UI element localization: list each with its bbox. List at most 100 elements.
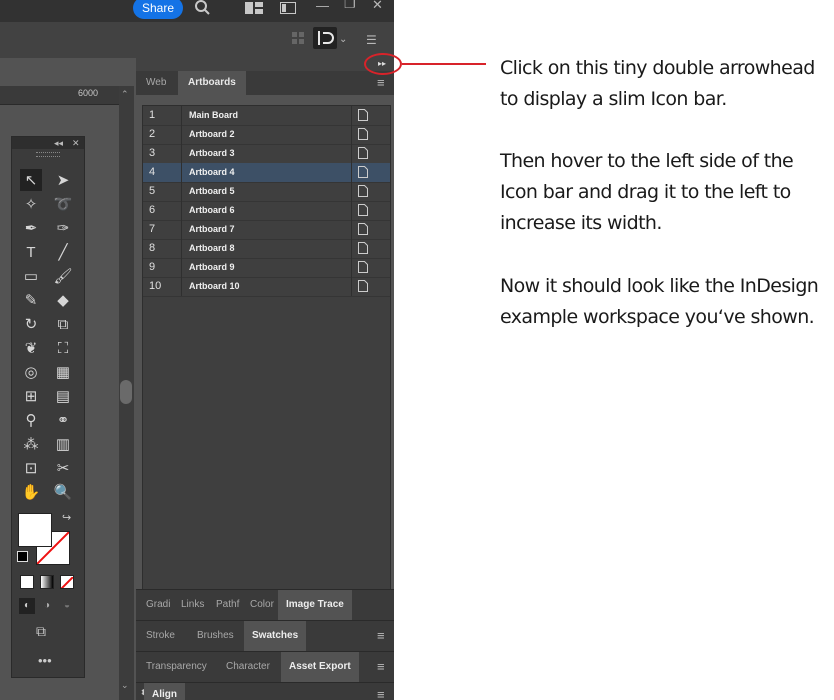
collapse-arrows-icon[interactable]: ◂◂ (54, 137, 63, 149)
artboard-options-icon[interactable] (351, 220, 391, 239)
artboard-row[interactable]: 10 Artboard 10 (143, 277, 390, 297)
type-tool-icon[interactable]: T (20, 241, 42, 263)
artboard-name[interactable]: Artboard 5 (181, 182, 349, 201)
artboard-options-icon[interactable] (351, 182, 391, 201)
artboard-row[interactable]: 1 Main Board (143, 106, 390, 126)
artboard-options-icon[interactable] (351, 163, 391, 182)
tab-color[interactable]: Color (242, 590, 282, 620)
tab-swatches[interactable]: Swatches (244, 621, 307, 651)
artboard-options-icon[interactable] (351, 144, 391, 163)
screen-mode-icon[interactable]: ⧉ (36, 623, 46, 640)
tools-panel-header[interactable]: ◂◂ ✕ (12, 137, 84, 149)
artboard-options-icon[interactable] (351, 106, 391, 125)
artboard-name[interactable]: Artboard 10 (181, 277, 349, 296)
magic-wand-tool-icon[interactable]: ✧ (20, 193, 42, 215)
artboard-row[interactable]: 3 Artboard 3 (143, 144, 390, 164)
artboard-options-icon[interactable] (351, 125, 391, 144)
more-tools-icon[interactable]: ••• (38, 653, 52, 668)
share-button[interactable]: Share (133, 0, 183, 19)
column-graph-tool-icon[interactable]: ▥ (52, 433, 74, 455)
artboard-options-icon[interactable] (351, 258, 391, 277)
pen-tool-icon[interactable]: ✒ (20, 217, 42, 239)
free-transform-tool-icon[interactable]: ⛶ (52, 337, 74, 359)
scroll-up-icon[interactable]: ⌃ (121, 89, 129, 100)
artboard-tool-icon[interactable]: ⊡ (20, 457, 42, 479)
tab-image-trace[interactable]: Image Trace (278, 590, 352, 620)
artboard-name[interactable]: Artboard 6 (181, 201, 349, 220)
swap-fill-stroke-icon[interactable]: ↪ (62, 511, 71, 524)
artboard-name[interactable]: Artboard 9 (181, 258, 349, 277)
scale-tool-icon[interactable]: ⧉ (52, 313, 74, 335)
artboard-row-selected[interactable]: 4 Artboard 4 (143, 163, 390, 183)
blend-tool-icon[interactable]: ⚭ (52, 409, 74, 431)
warp-tool-icon[interactable]: ❦ (20, 337, 42, 359)
artboard-name[interactable]: Artboard 7 (181, 220, 349, 239)
tab-transparency[interactable]: Transparency (138, 652, 215, 682)
none-mode-button[interactable] (60, 575, 74, 589)
slice-tool-icon[interactable]: ✂ (52, 457, 74, 479)
grid-icon[interactable] (292, 32, 304, 48)
artboard-name[interactable]: Main Board (181, 106, 349, 125)
minimize-icon[interactable]: — (316, 0, 329, 14)
artboard-row[interactable]: 9 Artboard 9 (143, 258, 390, 278)
hand-tool-icon[interactable]: ✋ (20, 481, 42, 503)
tab-character[interactable]: Character (218, 652, 278, 682)
scroll-down-icon[interactable]: ⌄ (121, 680, 129, 691)
tab-stroke[interactable]: Stroke (138, 621, 183, 651)
artboard-options-icon[interactable] (351, 201, 391, 220)
color-mode-button[interactable] (20, 575, 34, 589)
lasso-tool-icon[interactable]: ➰ (52, 193, 74, 215)
perspective-grid-tool-icon[interactable]: ▦ (52, 361, 74, 383)
shape-builder-tool-icon[interactable]: ◎ (20, 361, 42, 383)
direct-selection-tool-icon[interactable]: ➤ (52, 169, 74, 191)
tab-asset-export[interactable]: Asset Export (281, 652, 359, 682)
scroll-thumb[interactable] (120, 380, 132, 404)
symbol-sprayer-tool-icon[interactable]: ⁂ (20, 433, 42, 455)
tab-align[interactable]: Align (144, 683, 185, 700)
gradient-tool-icon[interactable]: ▤ (52, 385, 74, 407)
shaper-tool-icon[interactable]: ✎ (20, 289, 42, 311)
artboard-row[interactable]: 2 Artboard 2 (143, 125, 390, 145)
restore-icon[interactable]: ❐ (344, 0, 356, 12)
artboard-row[interactable]: 8 Artboard 8 (143, 239, 390, 259)
default-colors-icon[interactable] (17, 551, 28, 562)
close-icon[interactable]: ✕ (372, 0, 383, 13)
rectangle-tool-icon[interactable]: ▭ (20, 265, 42, 287)
tab-artboards[interactable]: Artboards (178, 71, 246, 95)
search-icon[interactable] (194, 0, 210, 19)
line-tool-icon[interactable]: ╱ (52, 241, 74, 263)
artboard-row[interactable]: 5 Artboard 5 (143, 182, 390, 202)
draw-behind-icon[interactable]: ◑ (39, 598, 55, 614)
selection-tool-icon[interactable]: ↖ (20, 169, 42, 191)
zoom-tool-icon[interactable]: 🔍 (52, 481, 74, 503)
artboard-name[interactable]: Artboard 3 (181, 144, 349, 163)
artboard-row[interactable]: 7 Artboard 7 (143, 220, 390, 240)
curvature-tool-icon[interactable]: ✑ (52, 217, 74, 239)
panel-menu-icon[interactable]: ≡ (377, 628, 385, 643)
mesh-tool-icon[interactable]: ⊞ (20, 385, 42, 407)
artboard-name[interactable]: Artboard 4 (181, 163, 349, 182)
eyedropper-tool-icon[interactable]: ⚲ (20, 409, 42, 431)
workspace-switcher-icon[interactable] (280, 2, 296, 18)
panel-menu-icon[interactable]: ≡ (377, 659, 385, 674)
panel-menu-icon[interactable]: ≡ (377, 75, 385, 90)
align-to-icon[interactable] (313, 27, 337, 49)
tab-links[interactable]: Links (173, 590, 212, 620)
tab-brushes[interactable]: Brushes (189, 621, 242, 651)
drag-grip[interactable] (36, 152, 60, 157)
arrange-documents-icon[interactable] (245, 2, 263, 18)
artboard-name[interactable]: Artboard 8 (181, 239, 349, 258)
gradient-mode-button[interactable] (40, 575, 54, 589)
rotate-tool-icon[interactable]: ↻ (20, 313, 42, 335)
artboard-name[interactable]: Artboard 2 (181, 125, 349, 144)
draw-inside-icon[interactable]: ◒ (59, 598, 75, 614)
properties-menu-icon[interactable]: ☰ (366, 32, 377, 48)
artboard-options-icon[interactable] (351, 277, 391, 296)
paintbrush-tool-icon[interactable]: 🖌 (52, 265, 74, 287)
artboard-options-icon[interactable] (351, 239, 391, 258)
tab-web[interactable]: Web (136, 71, 176, 95)
fill-swatch[interactable] (18, 513, 52, 547)
artboard-row[interactable]: 6 Artboard 6 (143, 201, 390, 221)
draw-normal-icon[interactable]: ◐ (19, 598, 35, 614)
panel-menu-icon[interactable]: ≡ (377, 687, 385, 700)
